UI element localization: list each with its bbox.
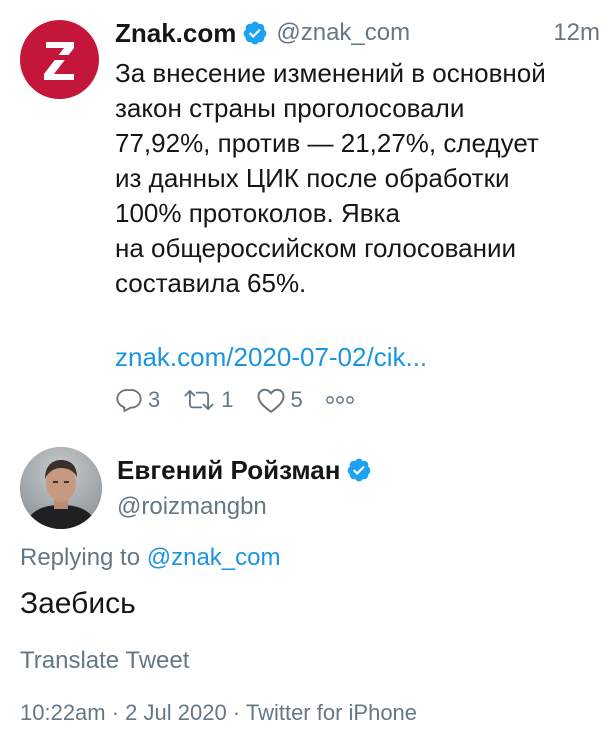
tweet-text-line: закон страны проголосовали — [115, 93, 465, 123]
parent-tweet-header: Znak.com @znak_com 12m — [115, 14, 600, 52]
verified-badge-icon — [346, 457, 372, 483]
replying-to-mention[interactable]: @znak_com — [147, 544, 281, 571]
author-handle[interactable]: @znak_com — [276, 19, 410, 47]
translate-tweet-link[interactable]: Translate Tweet — [20, 645, 189, 677]
author-name[interactable]: Znak.com — [115, 18, 236, 49]
tweet-link[interactable]: znak.com/2020-07-02/cik... — [115, 340, 427, 375]
roizman-avatar[interactable] — [20, 447, 102, 529]
replying-to-label: Replying to — [20, 544, 141, 571]
reply-author-handle[interactable]: @roizmangbn — [117, 492, 267, 522]
like-button[interactable]: 5 — [256, 386, 303, 414]
tweet-text-line: составила 65%. — [115, 268, 307, 298]
tweet-timestamp[interactable]: 12m — [553, 19, 600, 47]
heart-icon — [257, 388, 284, 413]
retweet-button[interactable]: 1 — [182, 386, 234, 414]
like-count: 5 — [290, 387, 303, 412]
tweet-text-line: За внесение изменений в основной — [115, 58, 546, 88]
reply-count: 3 — [148, 387, 161, 412]
tweet-text-line: 77,92%, против — 21,27%, следует — [115, 128, 539, 158]
replying-to: Replying to @znak_com — [20, 542, 281, 574]
tweet-text-line: на общероссийском голосовании — [115, 233, 517, 263]
more-button[interactable] — [325, 394, 355, 406]
tweet-meta: 10:22am · 2 Jul 2020 · Twitter for iPhon… — [20, 700, 418, 725]
tweet-text-line: из данных ЦИК после обработки — [115, 163, 510, 193]
reply-button[interactable]: 3 — [115, 386, 160, 414]
znak-logo-icon — [42, 41, 77, 80]
reply-text: Заебись — [20, 587, 136, 620]
more-dots-icon — [325, 396, 354, 404]
retweet-icon — [184, 390, 214, 410]
tweet-actions: 3 1 5 — [115, 384, 377, 416]
znak-avatar[interactable] — [20, 20, 99, 99]
tweet-text-line: 100% протоколов. Явка — [115, 198, 400, 228]
reply-icon — [116, 389, 142, 413]
retweet-count: 1 — [221, 387, 234, 412]
verified-badge-icon — [242, 20, 268, 46]
user-photo-icon — [20, 447, 102, 529]
tweet-text: За внесение изменений в основной закон с… — [115, 56, 595, 301]
reply-author-name[interactable]: Евгений Ройзман — [117, 455, 340, 486]
reply-author-row: Евгений Ройзман — [117, 452, 372, 488]
